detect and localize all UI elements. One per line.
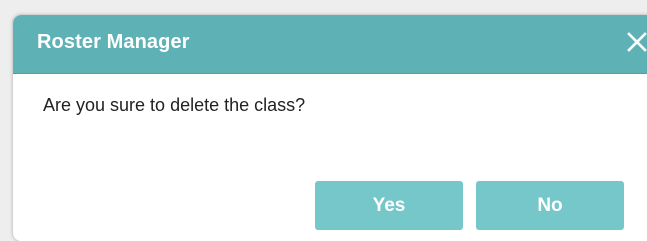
dialog-titlebar: Roster Manager: [13, 15, 647, 74]
confirm-dialog: Roster Manager Are you sure to delete th…: [12, 14, 647, 241]
close-icon-glyph: [627, 32, 647, 52]
dialog-message: Are you sure to delete the class?: [43, 95, 306, 115]
close-icon[interactable]: [622, 27, 647, 57]
dialog-title: Roster Manager: [37, 31, 190, 53]
yes-button[interactable]: Yes: [315, 181, 463, 230]
no-button[interactable]: No: [476, 181, 624, 230]
screen: Roster Manager Are you sure to delete th…: [0, 0, 647, 241]
